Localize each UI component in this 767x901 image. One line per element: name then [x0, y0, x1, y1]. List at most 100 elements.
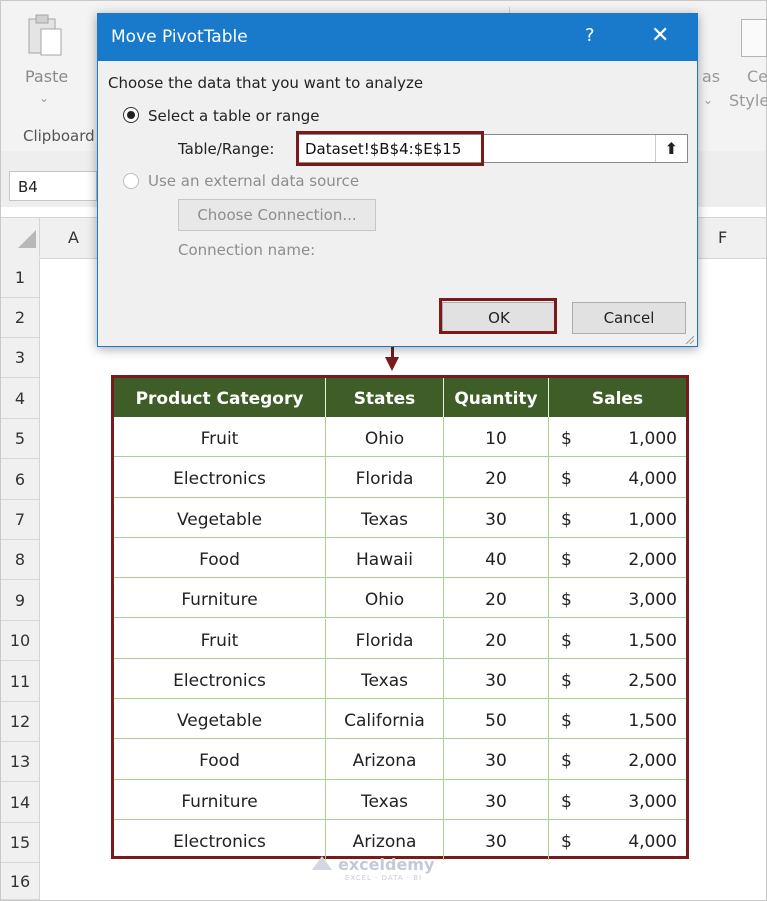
cell-quantity[interactable]: 50 [444, 699, 549, 740]
clipboard-group-label: Clipboard [23, 127, 95, 145]
choose-connection-button[interactable]: Choose Connection... [178, 199, 376, 231]
cell-styles-icon[interactable] [741, 19, 767, 57]
cell-state[interactable]: Hawaii [326, 537, 444, 579]
row-header[interactable]: 16 [1, 863, 39, 900]
cell-quantity[interactable]: 30 [444, 658, 549, 700]
cell-sales[interactable]: $1,500 [549, 699, 686, 740]
cell-product-category[interactable]: Furniture [114, 578, 326, 619]
cell-state[interactable]: Florida [326, 618, 444, 659]
row-header[interactable]: 6 [1, 459, 39, 500]
row-header[interactable]: 3 [1, 338, 39, 378]
cell-sales[interactable]: $4,000 [549, 457, 686, 498]
row-header[interactable]: 7 [1, 500, 39, 540]
row-header[interactable]: 13 [1, 742, 39, 782]
currency-symbol: $ [561, 590, 572, 611]
cell-product-category[interactable]: Food [114, 739, 326, 780]
sales-value: 4,000 [628, 469, 677, 490]
cell-state[interactable]: California [326, 699, 444, 740]
help-icon[interactable]: ? [585, 25, 595, 46]
cell-quantity[interactable]: 10 [444, 417, 549, 458]
cell-quantity[interactable]: 20 [444, 457, 549, 498]
sales-value: 1,500 [628, 630, 677, 651]
cell-product-category[interactable]: Vegetable [114, 699, 326, 740]
radio-select-table[interactable] [123, 107, 139, 123]
cell-quantity[interactable]: 20 [444, 618, 549, 659]
row-header[interactable]: 1 [1, 258, 39, 298]
cell-quantity[interactable]: 30 [444, 739, 549, 780]
row-header[interactable]: 8 [1, 540, 39, 580]
sales-value: 2,000 [628, 549, 677, 570]
cell-product-category[interactable]: Electronics [114, 820, 326, 861]
cell-product-category[interactable]: Electronics [114, 658, 326, 700]
currency-symbol: $ [561, 832, 572, 852]
dialog-title-bar[interactable]: Move PivotTable ? ✕ [98, 14, 697, 61]
sales-value: 4,000 [628, 832, 677, 852]
cell-sales[interactable]: $2,000 [549, 538, 686, 579]
name-box[interactable]: B4 [9, 171, 97, 201]
chevron-down-icon[interactable]: ⌄ [39, 91, 49, 105]
cell-product-category[interactable]: Fruit [114, 618, 326, 659]
close-icon[interactable]: ✕ [651, 23, 669, 48]
row-header[interactable]: 2 [1, 298, 39, 338]
cell-sales[interactable]: $4,000 [549, 820, 686, 860]
paste-button-label[interactable]: Paste [25, 67, 68, 86]
sales-value: 1,500 [628, 711, 677, 732]
cell-sales[interactable]: $1,000 [549, 498, 686, 538]
cell-product-category[interactable]: Vegetable [114, 497, 326, 538]
connection-name-label: Connection name: [178, 241, 316, 259]
cell-state[interactable]: Ohio [326, 578, 444, 619]
collapse-dialog-icon[interactable]: ⬆ [655, 135, 687, 162]
cell-product-category[interactable]: Food [114, 537, 326, 579]
cell-state[interactable]: Ohio [326, 417, 444, 458]
column-header-a[interactable]: A [68, 228, 79, 247]
cell-product-category[interactable]: Electronics [114, 457, 326, 498]
ribbon-partial-label[interactable]: Ce [747, 67, 767, 86]
cell-state[interactable]: Texas [326, 658, 444, 700]
cell-sales[interactable]: $1,000 [549, 417, 686, 458]
header-product-category[interactable]: Product Category [114, 378, 326, 417]
row-header[interactable]: 9 [1, 580, 39, 621]
column-header-f[interactable]: F [718, 228, 727, 247]
cell-state[interactable]: Arizona [326, 739, 444, 780]
cell-product-category[interactable]: Furniture [114, 779, 326, 820]
cell-state[interactable]: Texas [326, 779, 444, 820]
select-all-corner[interactable] [18, 230, 36, 248]
currency-symbol: $ [561, 751, 572, 772]
cell-quantity[interactable]: 30 [444, 497, 549, 538]
radio-external-source-label[interactable]: Use an external data source [148, 172, 359, 190]
cell-state[interactable]: Florida [326, 457, 444, 498]
row-header[interactable]: 12 [1, 702, 39, 742]
row-header[interactable]: 4 [1, 378, 39, 419]
cell-sales[interactable]: $2,000 [549, 739, 686, 780]
cell-sales[interactable]: $3,000 [549, 780, 686, 820]
watermark-tagline: EXCEL · DATA · BI [345, 874, 423, 882]
ribbon-partial-label[interactable]: as [702, 67, 720, 86]
chevron-down-icon[interactable]: ⌄ [703, 93, 713, 107]
header-quantity[interactable]: Quantity [444, 378, 549, 417]
cell-sales[interactable]: $2,500 [549, 659, 686, 700]
cancel-button[interactable]: Cancel [572, 302, 686, 334]
cell-sales[interactable]: $1,500 [549, 619, 686, 659]
header-states[interactable]: States [326, 378, 444, 417]
radio-external-source[interactable] [123, 173, 139, 189]
row-header[interactable]: 5 [1, 419, 39, 459]
ribbon-partial-label[interactable]: Style [729, 91, 767, 110]
sales-value: 1,000 [628, 429, 677, 449]
resize-grip-icon[interactable] [684, 334, 694, 344]
cell-quantity[interactable]: 30 [444, 820, 549, 861]
cell-quantity[interactable]: 20 [444, 578, 549, 619]
row-header[interactable]: 15 [1, 823, 39, 863]
cell-quantity[interactable]: 30 [444, 779, 549, 820]
cell-state[interactable]: Texas [326, 497, 444, 538]
cell-sales[interactable]: $3,000 [549, 578, 686, 619]
header-sales[interactable]: Sales [549, 378, 686, 417]
row-header[interactable]: 10 [1, 621, 39, 661]
dialog-prompt: Choose the data that you want to analyze [108, 74, 424, 92]
clipboard-paste-icon[interactable] [27, 13, 63, 57]
row-header[interactable]: 14 [1, 782, 39, 823]
cell-quantity[interactable]: 40 [444, 537, 549, 579]
row-header[interactable]: 11 [1, 661, 39, 702]
radio-select-table-label[interactable]: Select a table or range [148, 107, 320, 125]
currency-symbol: $ [561, 670, 572, 691]
cell-product-category[interactable]: Fruit [114, 417, 326, 458]
